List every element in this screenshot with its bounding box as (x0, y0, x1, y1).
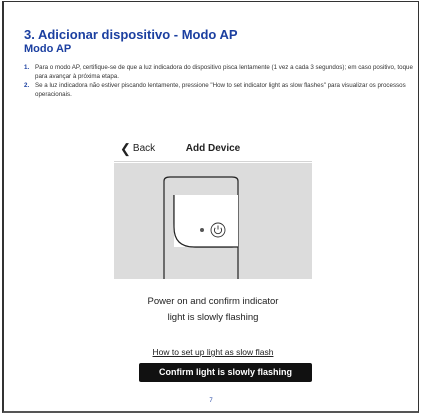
instruction-prompt: Power on and confirm indicator light is … (124, 294, 302, 326)
app-title: Add Device (185, 143, 241, 154)
step-text: Se a luz indicadora não estiver piscando… (35, 82, 406, 98)
section-title: 3. Adicionar dispositivo - Modo AP (24, 27, 238, 42)
step-number: 2. (24, 82, 30, 89)
prompt-line: light is slowly flashing (167, 312, 259, 323)
device-outline-illustration (163, 176, 239, 279)
instruction-step: 2. Se a luz indicadora não estiver pisca… (24, 82, 416, 99)
slow-flash-help-link[interactable]: How to set up light as slow flash (114, 347, 312, 357)
step-number: 1. (24, 64, 30, 71)
section-subtitle: Modo AP (24, 43, 72, 55)
device-illustration (114, 163, 312, 279)
manual-page: 3. Adicionar dispositivo - Modo AP Modo … (2, 1, 419, 413)
indicator-light-icon (200, 228, 204, 232)
instruction-list: 1. Para o modo AP, certifique-se de que … (24, 64, 416, 100)
instruction-step: 1. Para o modo AP, certifique-se de que … (24, 64, 416, 81)
page-number: 7 (209, 398, 213, 404)
prompt-line: Power on and confirm indicator (147, 296, 279, 307)
step-text: Para o modo AP, certifique-se de que a l… (35, 64, 413, 80)
confirm-button[interactable]: Confirm light is slowly flashing (139, 363, 312, 382)
app-screenshot: ❮ Back Add Device Power on and confirm i… (114, 138, 312, 392)
app-header: ❮ Back Add Device (114, 138, 312, 162)
